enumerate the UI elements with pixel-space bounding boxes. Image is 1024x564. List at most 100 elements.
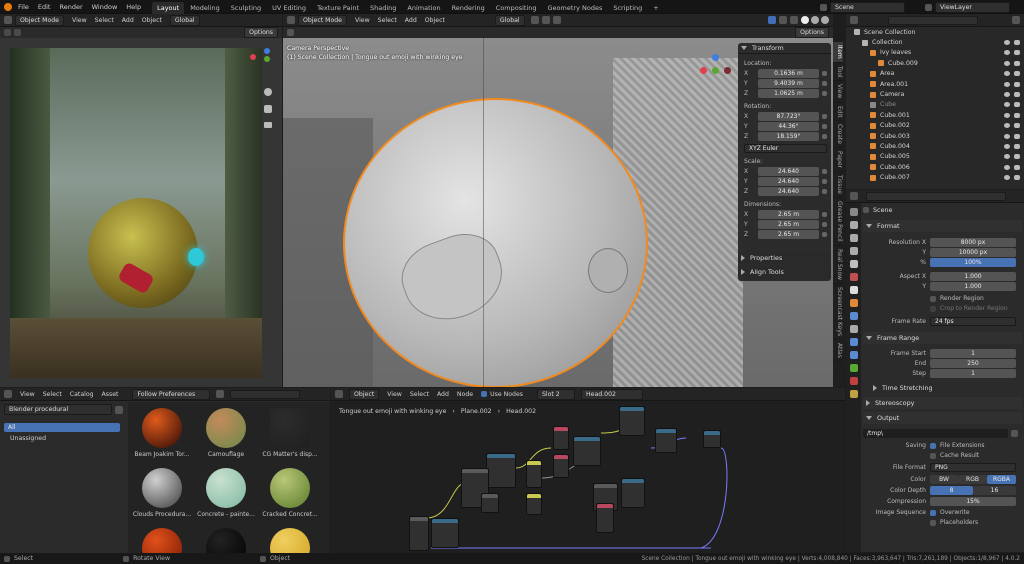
- location-z-field[interactable]: 1.0625 m: [758, 89, 819, 98]
- dimensions-z-field[interactable]: 2.65 m: [758, 230, 819, 239]
- transform-orientation[interactable]: Global: [169, 14, 200, 26]
- tab-shading[interactable]: Shading: [365, 2, 401, 14]
- render-camera-icon[interactable]: [1014, 112, 1020, 118]
- editor-type-icon[interactable]: [4, 16, 12, 24]
- outliner-search[interactable]: [888, 15, 978, 25]
- render-camera-icon[interactable]: [1014, 154, 1020, 160]
- menu-window[interactable]: Window: [92, 3, 118, 11]
- time-stretching-subpanel[interactable]: Time Stretching: [863, 382, 1022, 394]
- catalog-all[interactable]: All: [4, 423, 120, 432]
- depth-8-option[interactable]: 8: [930, 486, 973, 495]
- tab-rendering[interactable]: Rendering: [447, 2, 490, 14]
- menu-object[interactable]: Object: [142, 17, 162, 24]
- pan-icon[interactable]: [264, 105, 272, 113]
- frame-range-panel-header[interactable]: Frame Range: [863, 332, 1022, 344]
- frame-start-field[interactable]: 1: [930, 349, 1016, 358]
- render-camera-icon[interactable]: [1014, 175, 1020, 181]
- solid-shading-icon[interactable]: [801, 16, 809, 24]
- mode-dropdown[interactable]: Object Mode: [298, 14, 347, 26]
- crop-region-checkbox[interactable]: Crop to Render Region: [930, 305, 1022, 312]
- tab-layout[interactable]: Layout: [152, 1, 185, 14]
- sidebar-tab-item[interactable]: Item: [833, 42, 843, 63]
- visibility-eye-icon[interactable]: [1004, 112, 1010, 118]
- aspect-y-field[interactable]: 1.000: [930, 282, 1016, 291]
- rendered-shading-icon[interactable]: [821, 16, 829, 24]
- sidebar-tab-real-snow[interactable]: Real Snow: [833, 246, 843, 284]
- transform-orientation[interactable]: Global: [494, 14, 525, 26]
- tab-sculpting[interactable]: Sculpting: [226, 2, 266, 14]
- scene-collection-row[interactable]: Scene Collection: [846, 27, 1024, 37]
- lock-icon[interactable]: [822, 114, 827, 119]
- outliner-item[interactable]: Ivy leaves: [846, 48, 1024, 58]
- location-y-field[interactable]: 9.4039 m: [758, 79, 819, 88]
- render-camera-icon[interactable]: [1014, 81, 1020, 87]
- properties-subpanel[interactable]: Properties: [738, 252, 831, 264]
- visibility-eye-icon[interactable]: [1004, 81, 1010, 87]
- editor-type-icon[interactable]: [4, 390, 12, 398]
- output-path-field[interactable]: /tmp\: [863, 429, 1008, 438]
- menu-view[interactable]: View: [355, 17, 370, 24]
- menu-select[interactable]: Select: [378, 17, 397, 24]
- outliner-item[interactable]: Cube.006: [846, 162, 1024, 172]
- file-extensions-checkbox[interactable]: [930, 442, 936, 449]
- sidebar-tab-paper[interactable]: Paper: [833, 148, 843, 173]
- outliner-item[interactable]: Cube: [846, 100, 1024, 110]
- sidebar-tab-create[interactable]: Create: [833, 121, 843, 149]
- format-panel-header[interactable]: Format: [863, 220, 1022, 232]
- menu-select[interactable]: Select: [43, 391, 62, 398]
- sidebar-tab-grease-pencil[interactable]: Grease Pencil: [833, 198, 843, 246]
- shader-node[interactable]: [703, 430, 721, 448]
- editor-type-icon[interactable]: [850, 192, 858, 200]
- shader-node[interactable]: [573, 436, 601, 466]
- rotation-y-field[interactable]: 44.36°: [758, 122, 819, 131]
- axis-gizmo[interactable]: [700, 54, 731, 88]
- outliner-item[interactable]: Camera: [846, 89, 1024, 99]
- properties-tab-physics-icon[interactable]: [849, 338, 858, 346]
- render-camera-icon[interactable]: [1014, 102, 1020, 108]
- visibility-eye-icon[interactable]: [1004, 143, 1010, 149]
- lock-icon[interactable]: [822, 189, 827, 194]
- main-3d-viewport[interactable]: Object Mode View Select Add Object Globa…: [283, 14, 833, 387]
- zoom-icon[interactable]: [264, 88, 272, 96]
- navigation-gizmo[interactable]: [250, 48, 282, 138]
- shader-node[interactable]: [553, 454, 569, 478]
- shader-node[interactable]: [596, 503, 614, 533]
- folder-icon[interactable]: [1011, 430, 1018, 437]
- shader-node[interactable]: [526, 460, 542, 488]
- render-camera-icon[interactable]: [1014, 123, 1020, 129]
- lock-icon[interactable]: [822, 71, 827, 76]
- render-camera-icon[interactable]: [1014, 164, 1020, 170]
- camera-viewport[interactable]: Object Mode View Select Add Object Globa…: [0, 14, 282, 387]
- shader-node[interactable]: [621, 478, 645, 508]
- visibility-eye-icon[interactable]: [1004, 50, 1010, 56]
- menu-asset[interactable]: Asset: [102, 391, 119, 398]
- outliner-item[interactable]: Cube.002: [846, 121, 1024, 131]
- pivot-icon[interactable]: [530, 16, 539, 24]
- editor-type-icon[interactable]: [287, 16, 295, 24]
- menu-help[interactable]: Help: [126, 3, 141, 11]
- outliner-item[interactable]: Cube.004: [846, 141, 1024, 151]
- resolution-percent-field[interactable]: 100%: [930, 258, 1016, 267]
- asset-item[interactable]: CG Matter's disp...: [260, 408, 320, 458]
- shader-node[interactable]: [526, 493, 542, 515]
- dimensions-y-field[interactable]: 2.65 m: [758, 220, 819, 229]
- render-camera-icon[interactable]: [1014, 143, 1020, 149]
- properties-tab-material-icon[interactable]: [849, 377, 858, 385]
- tab-scripting[interactable]: Scripting: [608, 2, 647, 14]
- visibility-eye-icon[interactable]: [1004, 154, 1010, 160]
- display-mode-icon[interactable]: [216, 390, 225, 398]
- library-dropdown[interactable]: Blender procedural: [4, 404, 112, 415]
- lock-icon[interactable]: [822, 81, 827, 86]
- outliner-item[interactable]: Cube.001: [846, 110, 1024, 120]
- options-button[interactable]: Options: [795, 27, 829, 38]
- properties-tab-constraints-icon[interactable]: [849, 351, 858, 359]
- properties-tab-data-icon[interactable]: [849, 364, 858, 372]
- visibility-eye-icon[interactable]: [1004, 71, 1010, 77]
- overlay-toggle-icon[interactable]: [779, 16, 787, 24]
- file-format-dropdown[interactable]: PNG: [930, 463, 1016, 472]
- camera-view-icon[interactable]: [264, 122, 272, 128]
- visibility-eye-icon[interactable]: [1004, 60, 1010, 66]
- color-bw-option[interactable]: BW: [930, 475, 958, 484]
- visibility-eye-icon[interactable]: [1004, 164, 1010, 170]
- tab-uv-editing[interactable]: UV Editing: [267, 2, 311, 14]
